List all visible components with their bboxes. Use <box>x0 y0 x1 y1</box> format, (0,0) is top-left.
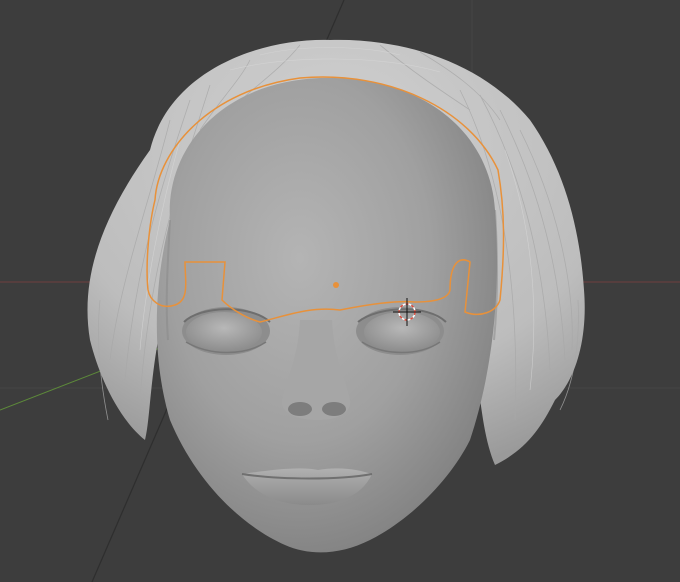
viewport-canvas[interactable] <box>0 0 680 582</box>
object-origin-marker[interactable] <box>333 282 339 288</box>
left-eye[interactable] <box>182 307 271 355</box>
3d-viewport[interactable] <box>0 0 680 582</box>
